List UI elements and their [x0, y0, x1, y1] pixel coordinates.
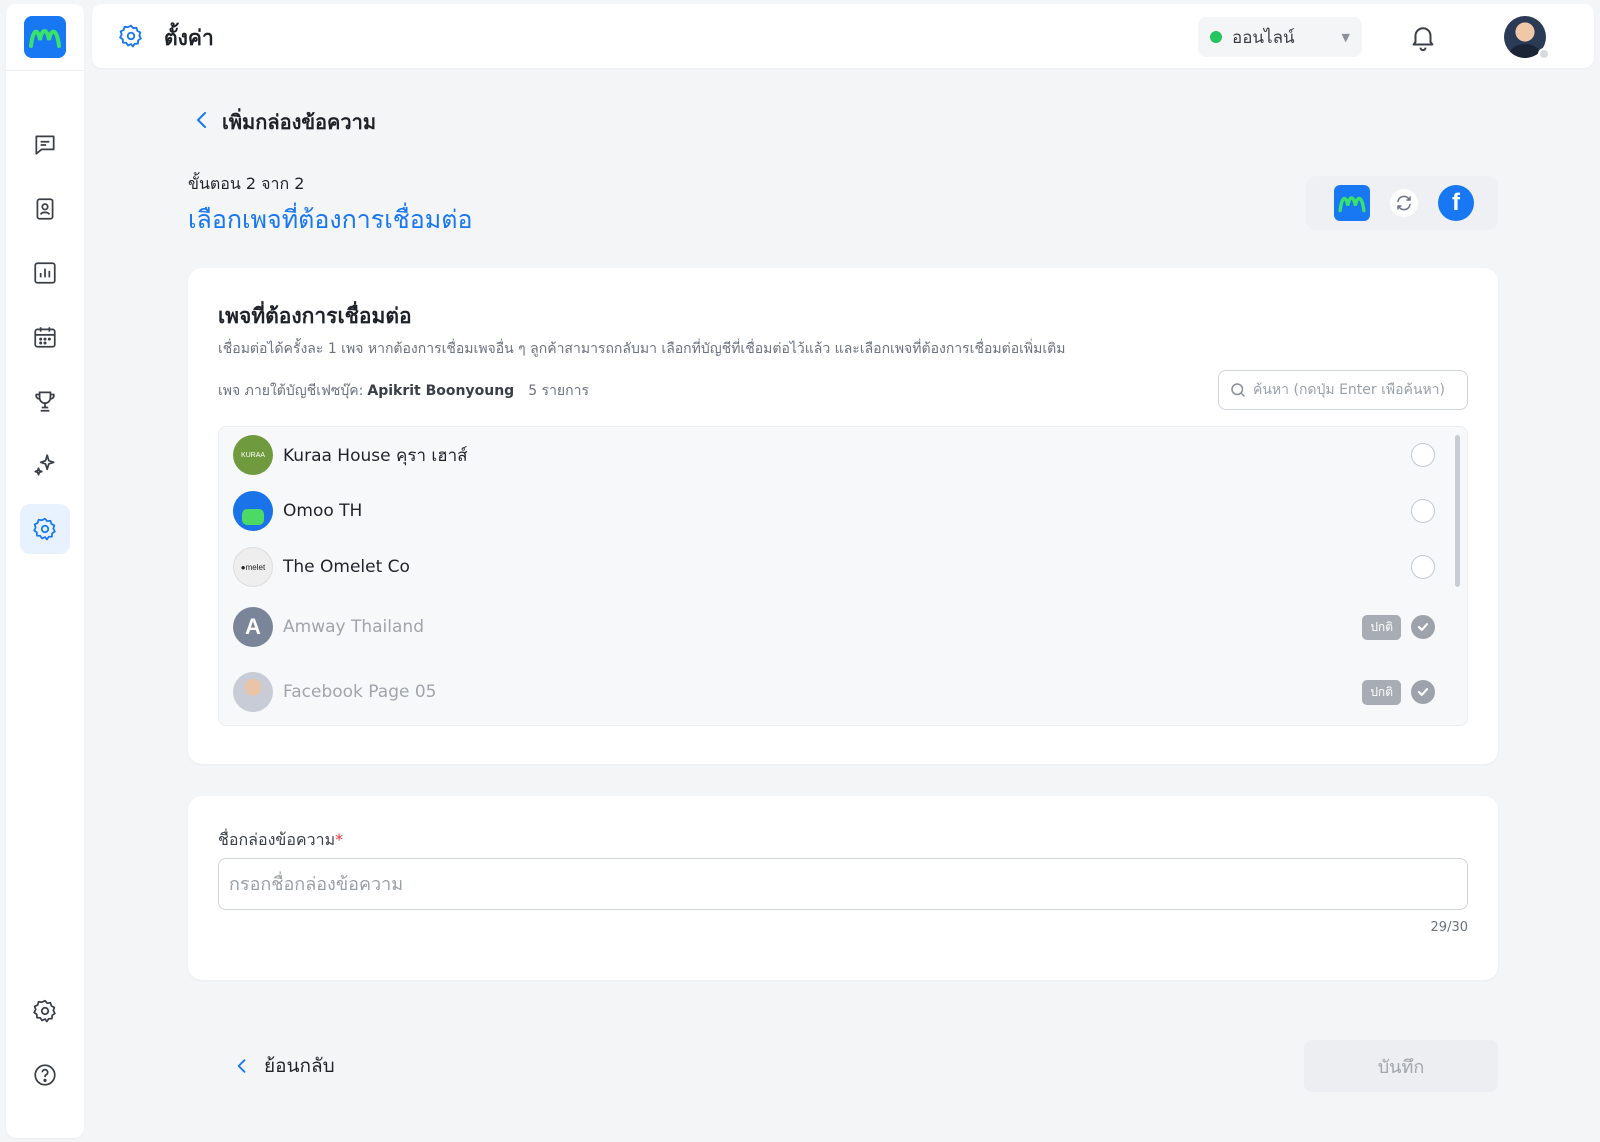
connection-indicator: f: [1306, 176, 1498, 230]
gear-icon: [33, 999, 56, 1023]
sidebar-item-ai[interactable]: [20, 440, 70, 490]
page-radio[interactable]: [1411, 499, 1435, 523]
account-prefix: เพจ ภายใต้บัญชีเฟซบุ๊ค:: [218, 383, 364, 399]
status-label: ออนไลน์: [1232, 27, 1295, 48]
list-item: Facebook Page 05 ปกติ: [219, 664, 1449, 720]
required-mark: *: [335, 830, 344, 849]
app-logo-icon: [29, 29, 61, 48]
page-name: Facebook Page 05: [283, 682, 437, 702]
pages-card-description: เชื่อมต่อได้ครั้งละ 1 เพจ หากต้องการเชื่…: [218, 341, 1066, 357]
back-button-label: ย้อนกลับ: [264, 1055, 335, 1077]
status-dot: [1210, 31, 1222, 43]
back-button[interactable]: ย้อนกลับ: [232, 1048, 335, 1084]
chevron-down-icon: ▼: [1341, 30, 1350, 44]
app-logo[interactable]: [24, 16, 66, 58]
list-scrollbar[interactable]: [1455, 435, 1460, 587]
status-select[interactable]: ออนไลน์ ▼: [1198, 17, 1362, 57]
sidebar-item-contacts[interactable]: [20, 184, 70, 234]
sidebar-item-chat[interactable]: [20, 120, 70, 170]
sync-icon: [1390, 189, 1418, 217]
chevron-left-icon: [237, 1059, 246, 1073]
page-list: KURAA Kuraa House คุรา เฮาส์ Omoo TH ●me…: [218, 426, 1468, 726]
sidebar-item-preferences[interactable]: [20, 986, 70, 1036]
page-name: Amway Thailand: [283, 617, 424, 637]
page-thumbnail: [233, 491, 273, 531]
gear-icon: [119, 24, 142, 48]
search-icon: [1231, 383, 1245, 397]
character-counter: 29/30: [1430, 920, 1468, 935]
list-item[interactable]: ●melet The Omelet Co: [219, 539, 1449, 595]
sidebar-item-calendar[interactable]: [20, 312, 70, 362]
list-item[interactable]: KURAA Kuraa House คุรา เฮาส์: [219, 427, 1449, 483]
page-radio[interactable]: [1411, 555, 1435, 579]
bell-icon[interactable]: [1408, 22, 1438, 52]
sparkle-icon: [34, 454, 55, 476]
inbox-name-card: ชื่อกล่องข้อความ* 29/30: [188, 796, 1498, 980]
inbox-name-label-text: ชื่อกล่องข้อความ: [218, 830, 336, 849]
gear-icon: [33, 517, 56, 541]
page-name: Kuraa House คุรา เฮาส์: [283, 445, 468, 466]
chat-icon: [35, 135, 55, 155]
page-radio[interactable]: [1411, 443, 1435, 467]
inbox-name-label: ชื่อกล่องข้อความ*: [218, 828, 343, 853]
header-title: ตั้งค่า: [164, 26, 214, 50]
sidebar-item-settings[interactable]: [20, 504, 70, 554]
contact-card-icon: [36, 198, 54, 220]
help-icon: [34, 1064, 56, 1086]
app-logo-icon: [1334, 185, 1370, 221]
page-name: The Omelet Co: [283, 557, 410, 577]
page-title: เพิ่มกล่องข้อความ: [222, 110, 377, 134]
search-input[interactable]: [1253, 382, 1457, 398]
top-header: ตั้งค่า ออนไลน์ ▼: [92, 4, 1594, 68]
list-item: A Amway Thailand ปกติ: [219, 599, 1449, 655]
list-item[interactable]: Omoo TH: [219, 483, 1449, 539]
account-name: Apikrit Boonyoung: [367, 383, 515, 399]
calendar-icon: [34, 327, 56, 348]
page-thumbnail: A: [233, 607, 273, 647]
sidebar-item-help[interactable]: [20, 1050, 70, 1100]
sidebar: [6, 4, 84, 1138]
account-info: เพจ ภายใต้บัญชีเฟซบุ๊ค: Apikrit Boonyoung…: [218, 380, 589, 402]
facebook-icon: f: [1438, 185, 1474, 221]
page-name: Omoo TH: [283, 501, 363, 521]
page-thumbnail: KURAA: [233, 435, 273, 475]
page-thumbnail: [233, 672, 273, 712]
pages-card-title: เพจที่ต้องการเชื่อมต่อ: [218, 304, 412, 328]
search-box[interactable]: [1218, 370, 1468, 410]
sidebar-item-rewards[interactable]: [20, 376, 70, 426]
check-icon: [1411, 615, 1435, 639]
status-badge: ปกติ: [1362, 679, 1401, 705]
bar-chart-icon: [34, 262, 56, 284]
step-title: เลือกเพจที่ต้องการเชื่อมต่อ: [188, 205, 473, 234]
sidebar-divider: [6, 70, 84, 71]
status-badge: ปกติ: [1362, 614, 1401, 640]
page-thumbnail: ●melet: [233, 547, 273, 587]
back-chevron-icon[interactable]: [190, 108, 214, 132]
pages-card: เพจที่ต้องการเชื่อมต่อ เชื่อมต่อได้ครั้ง…: [188, 268, 1498, 764]
sidebar-item-reports[interactable]: [20, 248, 70, 298]
avatar-menu-badge[interactable]: [1538, 48, 1550, 60]
step-label: ขั้นตอน 2 จาก 2: [188, 174, 305, 193]
trophy-icon: [35, 391, 55, 412]
inbox-name-input[interactable]: [218, 858, 1468, 910]
page-count: 5 รายการ: [528, 383, 589, 399]
save-button[interactable]: บันทึก: [1304, 1040, 1498, 1092]
check-icon: [1411, 680, 1435, 704]
